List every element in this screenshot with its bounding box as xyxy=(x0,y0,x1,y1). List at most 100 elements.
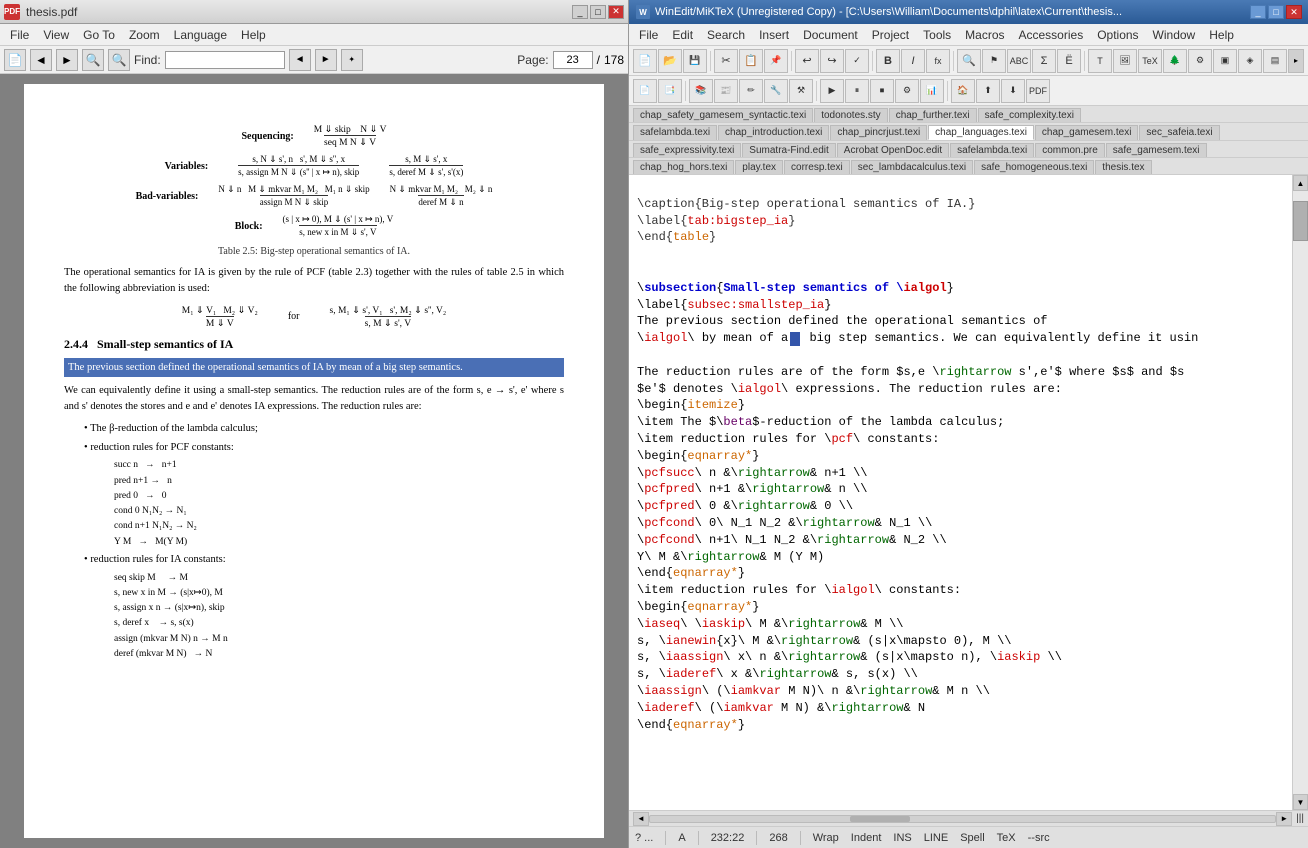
we-table-btn[interactable]: T xyxy=(1088,49,1112,73)
pdf-minimize-btn[interactable]: _ xyxy=(572,5,588,19)
we-tb2-6[interactable]: 🔧 xyxy=(764,79,788,103)
pdf-menu-file[interactable]: File xyxy=(4,27,35,43)
we-menu-project[interactable]: Project xyxy=(866,27,915,43)
we-minimize-btn[interactable]: _ xyxy=(1250,5,1266,19)
we-editor[interactable]: \caption{Big-step operational semantics … xyxy=(629,175,1292,810)
we-tb2-11[interactable]: ⚙ xyxy=(895,79,919,103)
we-menu-edit[interactable]: Edit xyxy=(666,27,699,43)
we-find-btn[interactable]: 🔍 xyxy=(957,49,981,73)
we-tab-further[interactable]: chap_further.texi xyxy=(889,108,977,122)
we-tab-safeia[interactable]: sec_safeia.texi xyxy=(1139,125,1219,140)
we-scrollbar-thumb[interactable] xyxy=(1293,201,1308,241)
we-tb2-12[interactable]: 📊 xyxy=(920,79,944,103)
pdf-find-input[interactable] xyxy=(165,51,285,69)
we-menu-help[interactable]: Help xyxy=(1203,27,1240,43)
we-tb2-4[interactable]: 📰 xyxy=(714,79,738,103)
we-tab-sumatra[interactable]: Sumatra-Find.edit xyxy=(742,143,835,157)
we-tex-btn[interactable]: TeX xyxy=(1138,49,1162,73)
pdf-menu-language[interactable]: Language xyxy=(168,27,233,43)
we-tb2-13[interactable]: 🏠 xyxy=(951,79,975,103)
we-img-btn[interactable]: 🖼 xyxy=(1113,49,1137,73)
we-menu-tools[interactable]: Tools xyxy=(917,27,957,43)
we-tab-common[interactable]: common.pre xyxy=(1035,143,1105,157)
we-spell-btn[interactable]: ABC xyxy=(1007,49,1031,73)
we-tb2-15[interactable]: ⬇ xyxy=(1001,79,1025,103)
we-tab-homogeneous[interactable]: safe_homogeneous.texi xyxy=(974,160,1094,174)
we-scrollbar[interactable]: ▲ ▼ xyxy=(1292,175,1308,810)
we-gear2-btn[interactable]: ⚙ xyxy=(1188,49,1212,73)
we-tab-complexity[interactable]: safe_complexity.texi xyxy=(978,108,1081,122)
pdf-menu-view[interactable]: View xyxy=(37,27,75,43)
pdf-find-next-btn[interactable]: ► xyxy=(315,49,337,71)
we-paste-btn[interactable]: 📌 xyxy=(764,49,788,73)
we-scroll-down-btn[interactable]: ▼ xyxy=(1293,794,1308,810)
we-tab-corresp[interactable]: corresp.texi xyxy=(784,160,850,174)
we-tree-btn[interactable]: 🌲 xyxy=(1163,49,1187,73)
we-tab-lambdacalculus[interactable]: sec_lambdacalculus.texi xyxy=(851,160,973,174)
we-tab-acrobat[interactable]: Acrobat OpenDoc.edit xyxy=(837,143,949,157)
we-tb2-1[interactable]: 📄 xyxy=(633,79,657,103)
we-tab-safety-gamesem[interactable]: chap_safety_gamesem_syntactic.texi xyxy=(633,108,813,122)
pdf-menu-zoom[interactable]: Zoom xyxy=(123,27,166,43)
we-menu-document[interactable]: Document xyxy=(797,27,864,43)
we-menu-macros[interactable]: Macros xyxy=(959,27,1010,43)
we-save-btn[interactable]: 💾 xyxy=(683,49,707,73)
we-tb2-5[interactable]: ✏ xyxy=(739,79,763,103)
we-scroll-up-btn[interactable]: ▲ xyxy=(1293,175,1308,191)
we-tab-safelambda2[interactable]: safelambda.texi xyxy=(950,143,1034,157)
we-menu-file[interactable]: File xyxy=(633,27,664,43)
we-tab-languages[interactable]: chap_languages.texi xyxy=(928,125,1034,140)
we-horiz-scroll-thumb[interactable] xyxy=(850,816,910,822)
we-tb2-8[interactable]: ▶ xyxy=(820,79,844,103)
we-close-btn[interactable]: ✕ xyxy=(1286,5,1302,19)
we-tab-safe-gamesem[interactable]: safe_gamesem.texi xyxy=(1106,143,1207,157)
we-eacute-btn[interactable]: Ë xyxy=(1057,49,1081,73)
pdf-menu-help[interactable]: Help xyxy=(235,27,272,43)
we-check-btn[interactable]: ✓ xyxy=(845,49,869,73)
we-tab-hog-hors[interactable]: chap_hog_hors.texi xyxy=(633,160,734,174)
we-tb2-10[interactable]: ⏹ xyxy=(870,79,894,103)
we-tb2-7[interactable]: ⚒ xyxy=(789,79,813,103)
we-scroll-right-btn[interactable]: ► xyxy=(1276,812,1292,826)
pdf-next-page-btn[interactable]: ► xyxy=(56,49,78,71)
we-menu-search[interactable]: Search xyxy=(701,27,751,43)
we-menu-options[interactable]: Options xyxy=(1091,27,1144,43)
pdf-prev-page-btn[interactable]: ◄ xyxy=(30,49,52,71)
we-horiz-scrollbar[interactable]: ◄ ► ||| xyxy=(629,810,1308,826)
we-tab-introduction[interactable]: chap_introduction.texi xyxy=(718,125,829,140)
we-tab-expressivity[interactable]: safe_expressivity.texi xyxy=(633,143,741,157)
we-format-btn[interactable]: fx xyxy=(926,49,950,73)
we-toolbar-more[interactable]: ▸ xyxy=(1288,49,1304,73)
we-tb2-16[interactable]: PDF xyxy=(1026,79,1050,103)
we-scrollbar-track[interactable] xyxy=(1293,191,1308,794)
we-new-btn[interactable]: 📄 xyxy=(633,49,657,73)
we-extra3-btn[interactable]: ▤ xyxy=(1263,49,1287,73)
we-bookmark-btn[interactable]: ⚑ xyxy=(982,49,1006,73)
pdf-find-highlight-btn[interactable]: ✦ xyxy=(341,49,363,71)
we-tb2-9[interactable]: ⏸ xyxy=(845,79,869,103)
we-tab-safelambda1[interactable]: safelambda.texi xyxy=(633,125,717,140)
we-tb2-3[interactable]: 📚 xyxy=(689,79,713,103)
we-tab-pincrjust[interactable]: chap_pincrjust.texi xyxy=(830,125,927,140)
we-tb2-14[interactable]: ⬆ xyxy=(976,79,1000,103)
we-tab-gamesem[interactable]: chap_gamesem.texi xyxy=(1035,125,1139,140)
pdf-zoom-in-btn[interactable]: 🔍 xyxy=(108,49,130,71)
we-tb2-2[interactable]: 📑 xyxy=(658,79,682,103)
we-tab-play[interactable]: play.tex xyxy=(735,160,783,174)
we-tab-todonotes[interactable]: todonotes.sty xyxy=(814,108,887,122)
we-undo-btn[interactable]: ↩ xyxy=(795,49,819,73)
we-extra2-btn[interactable]: ◈ xyxy=(1238,49,1262,73)
pdf-menu-goto[interactable]: Go To xyxy=(77,27,121,43)
pdf-find-prev-btn[interactable]: ◄ xyxy=(289,49,311,71)
we-open-btn[interactable]: 📂 xyxy=(658,49,682,73)
we-copy-btn[interactable]: 📋 xyxy=(739,49,763,73)
we-cut-btn[interactable]: ✂ xyxy=(714,49,738,73)
we-bold-btn[interactable]: B xyxy=(876,49,900,73)
we-maximize-btn[interactable]: □ xyxy=(1268,5,1284,19)
we-tab-thesis[interactable]: thesis.tex xyxy=(1095,160,1151,174)
we-scroll-left-btn[interactable]: ◄ xyxy=(633,812,649,826)
pdf-zoom-out-btn[interactable]: 🔍 xyxy=(82,49,104,71)
pdf-close-btn[interactable]: ✕ xyxy=(608,5,624,19)
we-horiz-scroll-track[interactable] xyxy=(649,815,1276,823)
we-redo-btn[interactable]: ↪ xyxy=(820,49,844,73)
